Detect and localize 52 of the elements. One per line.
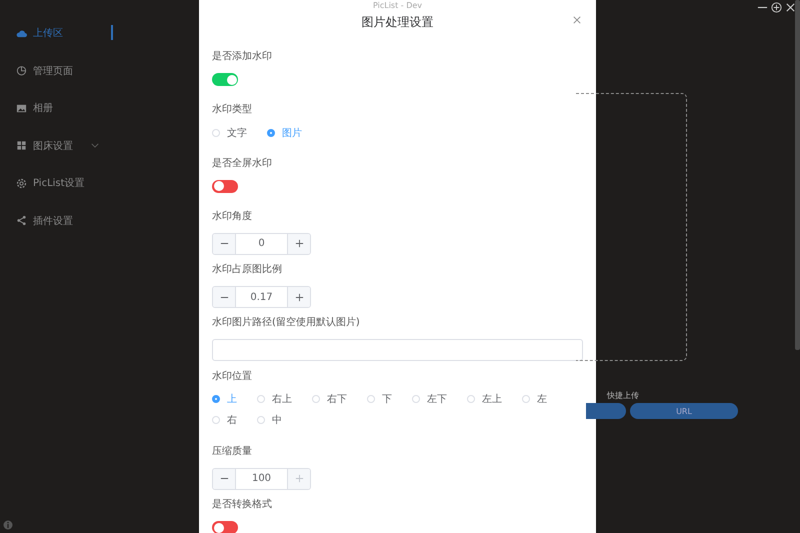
sidebar-item[interactable]: 管理页面 (0, 62, 199, 80)
radio-option[interactable]: 左上 (467, 392, 502, 406)
plus-icon (294, 292, 304, 302)
radio-option[interactable]: 右上 (257, 392, 292, 406)
radio-option[interactable]: 右 (212, 414, 237, 427)
field-label: 压缩质量 (212, 444, 253, 458)
sidebar-item[interactable]: PicList设置 (0, 174, 199, 192)
sidebar-item[interactable]: 图床设置 (0, 136, 199, 154)
grid-icon (16, 140, 27, 151)
active-indicator (111, 25, 113, 40)
field-label: 水印角度 (212, 210, 253, 223)
field-label: 水印占原图比例 (212, 263, 283, 276)
toggle-switch[interactable] (212, 521, 238, 533)
number-input[interactable]: 0 (212, 232, 311, 255)
number-input[interactable]: 0.17 (212, 286, 311, 308)
field-label: 是否添加水印 (212, 50, 273, 63)
field-label: 是否转换格式 (212, 498, 273, 512)
info-icon[interactable] (3, 520, 13, 530)
url-button[interactable]: URL (630, 403, 738, 419)
window-title: PicList - Dev (372, 1, 424, 10)
field-label: 水印位置 (212, 370, 253, 383)
input-field[interactable] (212, 339, 583, 362)
plus-icon (294, 474, 304, 484)
plus-button[interactable] (287, 287, 310, 308)
sidebar-item[interactable]: 相册 (0, 99, 199, 117)
plus-button[interactable] (287, 234, 310, 254)
radio-option[interactable]: 左下 (412, 392, 447, 406)
radio-option[interactable]: 文字 (212, 126, 247, 140)
sidebar-item[interactable]: 插件设置 (0, 212, 199, 230)
share-icon (16, 215, 27, 226)
scrollbar[interactable] (795, 0, 800, 350)
field-label: 是否全屏水印 (212, 156, 273, 170)
cloud-icon (16, 28, 27, 38)
sidebar-item[interactable]: 上传区 (0, 24, 199, 42)
field-label: 水印图片路径(留空使用默认图片) (212, 316, 361, 330)
plus-icon (294, 239, 304, 248)
radio-option[interactable]: 左 (522, 392, 547, 406)
close-icon[interactable] (785, 2, 796, 13)
drop-zone[interactable] (576, 93, 687, 361)
gear-icon (16, 178, 27, 188)
image-icon (16, 102, 27, 114)
toggle-switch[interactable] (212, 73, 238, 86)
toggle-switch[interactable] (212, 180, 238, 193)
radio-option[interactable]: 中 (257, 414, 282, 427)
field-label: 水印类型 (212, 103, 253, 116)
upload-label: 快捷上传 (607, 390, 639, 401)
radio-option[interactable]: 右下 (312, 392, 347, 406)
radio-option[interactable]: 下 (367, 392, 392, 406)
dialog-title: 图片处理设置 (362, 14, 434, 30)
pie-chart-icon (16, 65, 27, 76)
upload-button[interactable] (586, 403, 626, 419)
plus-circle-icon[interactable] (771, 2, 782, 13)
